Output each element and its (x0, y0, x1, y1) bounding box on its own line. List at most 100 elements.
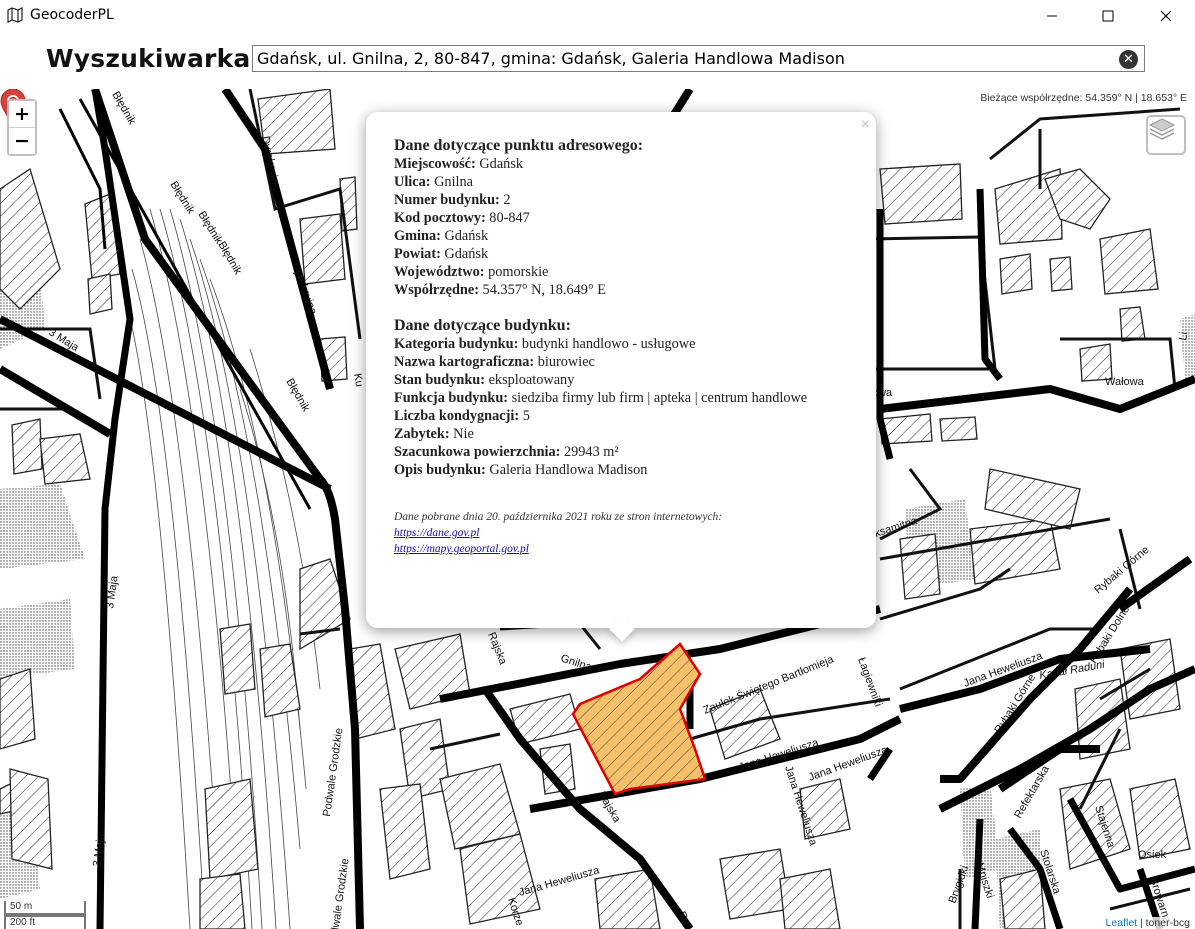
info-row-label: Funkcja budynku: (394, 390, 509, 406)
close-window-button[interactable] (1143, 0, 1189, 31)
info-row-label: Gmina: (394, 228, 441, 244)
street-label: Błędnik (195, 209, 225, 246)
street-label: Błędnik (167, 179, 197, 216)
attribution-text: | toner-bcg (1137, 917, 1190, 929)
info-row-label: Stan budynku: (394, 372, 486, 388)
info-row: Nazwa kartograficzna: biurowiec (394, 353, 854, 371)
info-row: Województwo: pomorskie (394, 263, 854, 281)
zoom-out-button[interactable]: − (9, 127, 35, 154)
info-row: Stan budynku: eksploatowany (394, 371, 854, 389)
scale-meters: 50 m (4, 901, 86, 915)
info-row-value: Gnilna (430, 174, 474, 190)
info-row-label: Numer budynku: (394, 192, 500, 208)
info-row-label: Kategoria budynku: (394, 336, 519, 352)
address-rows: Miejscowość: Gdańsk Ulica: Gnilna Numer bu… (394, 155, 854, 299)
info-row-value: Gdańsk (440, 228, 489, 244)
leaflet-link[interactable]: Leaflet (1106, 917, 1138, 929)
scale-feet: 200 ft (4, 915, 86, 929)
info-row-value: Nie (449, 426, 474, 442)
clear-search-button[interactable]: ✕ (1119, 50, 1138, 69)
maximize-button[interactable] (1085, 0, 1131, 31)
street-label: 3 Maja (91, 832, 108, 867)
address-header: Dane dotyczące punktu adresowego: (394, 137, 644, 154)
search-label: Wyszukiwarka: (46, 44, 261, 73)
info-row: Gmina: Gdańsk (394, 227, 854, 245)
info-row-value: 2 (499, 192, 511, 208)
info-row: Numer budynku: 2 (394, 191, 854, 209)
info-row: Funkcja budynku: siedziba firmy lub firm… (394, 389, 854, 407)
info-row-value: 80-847 (485, 210, 530, 226)
title-bar: GeocoderPL (0, 0, 1195, 31)
street-label: Błędnik (109, 90, 138, 128)
info-row: Współrzędne: 54.357° N, 18.649° E (394, 281, 854, 299)
map-icon (7, 7, 23, 23)
search-bar: Wyszukiwarka: Gdańsk, ul. Gnilna, 2, 80-… (0, 31, 1195, 89)
street-label: Błędnik (283, 377, 312, 415)
info-row-label: Miejscowość: (394, 156, 476, 172)
layers-icon (1148, 118, 1176, 140)
popup-close-button[interactable]: × (861, 116, 870, 134)
attribution: Leaflet | toner-bcg (1100, 917, 1195, 929)
info-row-label: Szacunkowa powierzchnia: (394, 444, 561, 460)
info-row-label: Województwo: (394, 264, 485, 280)
street-label: Osiek (1138, 849, 1167, 861)
info-row-value: Gdańsk (440, 246, 489, 262)
info-row-value: 54.357° N, 18.649° E (478, 282, 606, 298)
info-row-label: Powiat: (394, 246, 441, 262)
clear-icon: ✕ (1123, 52, 1134, 67)
street-label: Łagiewniki (855, 656, 884, 708)
info-row-value: eksploatowany (485, 372, 575, 388)
street-label: Błędnik (215, 240, 244, 278)
building-header: Dane dotyczące budynku: (394, 317, 571, 334)
info-row: Kod pocztowy: 80-847 (394, 209, 854, 227)
zoom-in-button[interactable]: + (9, 101, 35, 127)
info-row-label: Nazwa kartograficzna: (394, 354, 535, 370)
street-label: Ku (351, 372, 365, 387)
info-row-label: Kod pocztowy: (394, 210, 486, 226)
info-row: Szacunkowa powierzchnia: 29943 m² (394, 443, 854, 461)
scale-bar: 50 m 200 ft (4, 901, 86, 929)
info-row: Miejscowość: Gdańsk (394, 155, 854, 173)
street-label: Rajska (485, 631, 509, 667)
street-label: Brygidki (947, 864, 972, 905)
footer-text: Dane pobrane dnia 20. października 2021 … (394, 511, 723, 523)
minimize-button[interactable] (1029, 0, 1075, 31)
search-input[interactable]: Gdańsk, ul. Gnilna, 2, 80-847, gmina: Gd… (252, 45, 1145, 72)
info-row: Powiat: Gdańsk (394, 245, 854, 263)
street-label: dwale Grodzkie (329, 858, 351, 929)
street-label: Wałowa (1105, 376, 1145, 388)
info-row: Zabytek: Nie (394, 425, 854, 443)
minimize-icon (1047, 15, 1057, 16)
street-label: Zaułek Świętego Bartłomieja (701, 652, 836, 717)
info-row: Liczba kondygnacji: 5 (394, 407, 854, 425)
info-row-label: Zabytek: (394, 426, 450, 442)
info-row-label: Opis budynku: (394, 462, 486, 478)
info-row-value: 29943 m² (560, 444, 619, 460)
info-row-label: Ulica: (394, 174, 431, 190)
info-row-value: 5 (519, 408, 530, 424)
current-coordinates: Bieżące współrzędne: 54.359° N | 18.653°… (975, 90, 1192, 106)
maximize-icon (1102, 10, 1114, 21)
popup-footer: Dane pobrane dnia 20. października 2021 … (394, 509, 854, 557)
info-row-value: pomorskie (484, 264, 549, 280)
info-row-value: Gdańsk (475, 156, 524, 172)
info-row: Kategoria budynku: budynki handlowo - us… (394, 335, 854, 353)
layers-button[interactable] (1146, 115, 1186, 155)
building-rows: Kategoria budynku: budynki handlowo - us… (394, 335, 854, 479)
map-view[interactable]: Błędnik Błędnik Błędnik Błędnik Błędnik … (0, 89, 1195, 929)
zoom-control: + − (7, 99, 37, 156)
info-row-value: biurowiec (534, 354, 595, 370)
window-title: GeocoderPL (30, 7, 114, 23)
info-popup: × Dane dotyczące punktu adresowego: Miej… (366, 112, 876, 642)
close-icon (1160, 10, 1172, 21)
info-row-value: budynki handlowo - usługowe (518, 336, 696, 352)
info-row-value: siedziba firmy lub firm | apteka | centr… (508, 390, 808, 406)
info-row: Ulica: Gnilna (394, 173, 854, 191)
street-label: Podwale Grodzkie (321, 727, 345, 817)
info-row-label: Liczba kondygnacji: (394, 408, 520, 424)
info-row-label: Współrzędne: (394, 282, 479, 298)
geoportal-link[interactable]: https://mapy.geoportal.gov.pl (394, 541, 854, 557)
info-row: Opis budynku: Galeria Handlowa Madison (394, 461, 854, 479)
info-row-value: Galeria Handlowa Madison (485, 462, 648, 478)
dane-gov-link[interactable]: https://dane.gov.pl (394, 525, 854, 541)
